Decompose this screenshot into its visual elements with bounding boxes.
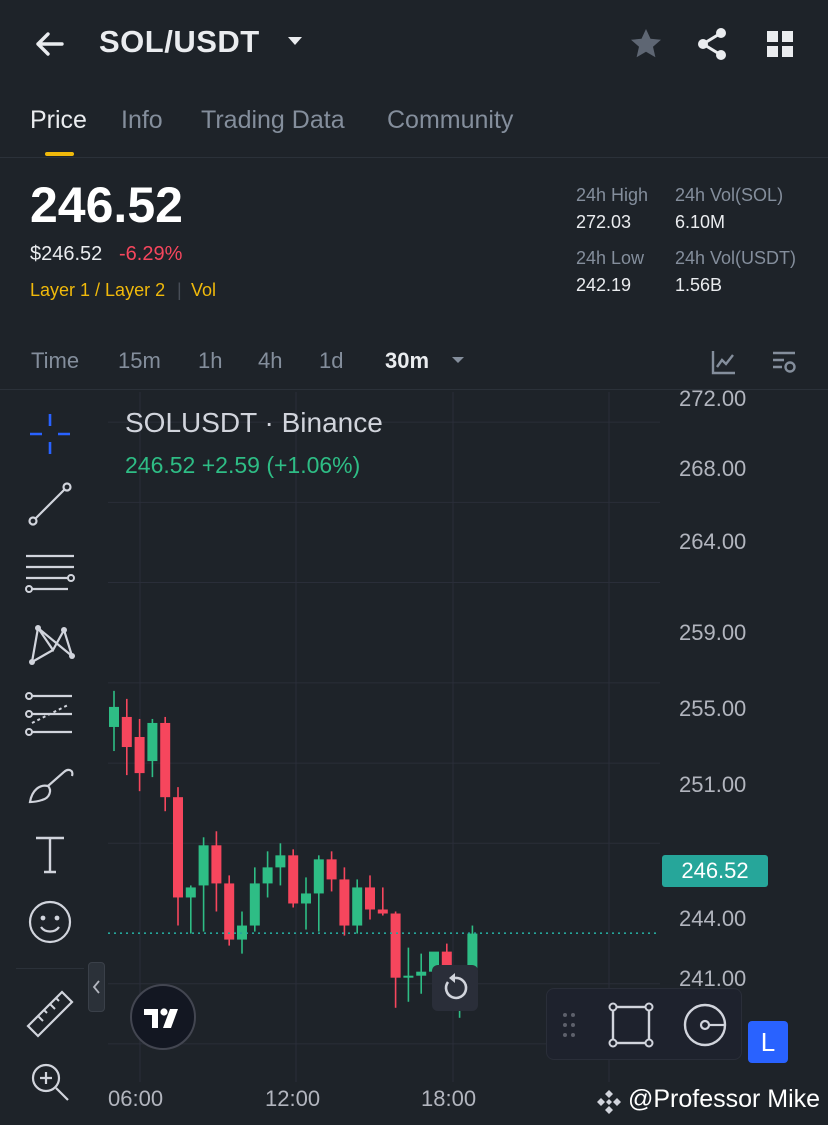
y-tick: 268.00 bbox=[679, 456, 747, 481]
emoji-icon[interactable] bbox=[22, 894, 78, 950]
y-tick: 264.00 bbox=[679, 529, 747, 554]
horizontal-lines-icon[interactable] bbox=[22, 546, 78, 602]
candle-body bbox=[109, 706, 119, 727]
x-tick: 12:00 bbox=[265, 1086, 321, 1111]
circle-tool-icon[interactable] bbox=[681, 1001, 729, 1049]
candle-body bbox=[326, 859, 337, 880]
toolbar-divider bbox=[16, 968, 84, 969]
price-change-percent: -6.29% bbox=[119, 243, 183, 265]
indicator-icon[interactable] bbox=[710, 348, 738, 376]
stat-high-label: 24h High bbox=[576, 185, 649, 205]
candle-body bbox=[262, 867, 273, 884]
back-arrow-icon[interactable] bbox=[30, 24, 70, 64]
chevron-left-icon bbox=[92, 980, 100, 994]
stat-vol-quote-value: 1.56B bbox=[675, 275, 723, 295]
chart-legend-title: SOLUSDT · Binance bbox=[125, 407, 383, 438]
candle-body bbox=[352, 887, 363, 926]
ruler-icon[interactable] bbox=[22, 986, 78, 1042]
candle-body bbox=[121, 716, 132, 748]
crosshair-icon[interactable] bbox=[22, 406, 78, 462]
brush-icon[interactable] bbox=[22, 756, 78, 812]
x-tick: 06:00 bbox=[108, 1086, 164, 1111]
interval-time[interactable]: Time bbox=[31, 348, 79, 374]
candle-body bbox=[249, 883, 260, 926]
candle-body bbox=[377, 909, 388, 914]
vol-tag[interactable]: Vol bbox=[191, 280, 216, 301]
tab-community[interactable]: Community bbox=[387, 106, 513, 135]
candle-body bbox=[211, 845, 222, 884]
grid-icon[interactable] bbox=[760, 24, 800, 64]
candle-body bbox=[403, 975, 414, 978]
collapse-toolbar-button[interactable] bbox=[88, 962, 105, 1012]
candle-body bbox=[365, 887, 375, 910]
trendline-icon[interactable] bbox=[22, 476, 78, 532]
candle-body bbox=[390, 913, 401, 978]
candle-body bbox=[224, 883, 235, 940]
tag-separator: | bbox=[177, 280, 182, 300]
star-icon[interactable] bbox=[626, 24, 666, 64]
stat-vol-base-value: 6.10M bbox=[675, 212, 726, 232]
text-icon[interactable] bbox=[22, 826, 78, 882]
candle-body bbox=[185, 887, 196, 898]
candle-body bbox=[134, 737, 145, 774]
stat-low-value: 242.19 bbox=[576, 275, 632, 295]
candle-body bbox=[173, 797, 183, 898]
stat-low-label: 24h Low bbox=[576, 248, 645, 268]
tradingview-logo-icon bbox=[144, 1008, 178, 1028]
x-tick: 18:00 bbox=[421, 1086, 477, 1111]
candle-body bbox=[301, 893, 311, 904]
category-tag[interactable]: Layer 1 / Layer 2 bbox=[30, 280, 165, 301]
y-tick: 255.00 bbox=[679, 696, 747, 721]
candle-body bbox=[198, 845, 209, 886]
pattern-icon[interactable] bbox=[22, 616, 78, 672]
chart-legend-values: 246.52 +2.59 (+1.06%) bbox=[125, 452, 361, 478]
y-tick: 244.00 bbox=[679, 906, 747, 931]
rectangle-tool-icon[interactable] bbox=[607, 1001, 655, 1049]
drag-handle-icon[interactable] bbox=[561, 1011, 577, 1039]
log-scale-badge[interactable]: L bbox=[748, 1021, 788, 1063]
tradingview-logo[interactable] bbox=[130, 984, 196, 1050]
top-bar: SOL/USDT bbox=[0, 0, 828, 88]
interval-1h[interactable]: 1h bbox=[198, 348, 222, 374]
watermark-text: @Professor Mike bbox=[628, 1085, 821, 1113]
stat-vol-base-label: 24h Vol(SOL) bbox=[675, 185, 784, 205]
reset-chart-button[interactable] bbox=[432, 965, 478, 1011]
pair-title[interactable]: SOL/USDT bbox=[99, 24, 260, 60]
tab-trading-data[interactable]: Trading Data bbox=[201, 106, 345, 135]
tab-bar: Price Info Trading Data Community bbox=[0, 92, 828, 158]
chart-settings-icon[interactable] bbox=[770, 348, 798, 376]
stat-high-value: 272.03 bbox=[576, 212, 632, 232]
interval-4h[interactable]: 4h bbox=[258, 348, 282, 374]
candle-body bbox=[313, 859, 324, 894]
y-tick: 251.00 bbox=[679, 772, 747, 797]
candle-body bbox=[147, 722, 158, 762]
fib-icon[interactable] bbox=[22, 686, 78, 742]
candle-body bbox=[275, 855, 286, 868]
candle-body bbox=[416, 971, 427, 976]
caret-down-icon[interactable] bbox=[450, 352, 466, 368]
binance-logo-icon bbox=[597, 1090, 621, 1114]
tab-info[interactable]: Info bbox=[121, 106, 163, 135]
interval-15m[interactable]: 15m bbox=[118, 348, 161, 374]
last-price: 246.52 bbox=[30, 177, 183, 233]
y-tick: 272.00 bbox=[679, 386, 747, 411]
reset-icon bbox=[444, 973, 468, 1000]
drawing-toolbar bbox=[0, 392, 105, 1125]
candle-body bbox=[339, 879, 350, 926]
caret-down-icon[interactable] bbox=[284, 30, 306, 52]
tab-price[interactable]: Price bbox=[30, 106, 87, 135]
candle-body bbox=[288, 855, 299, 904]
stat-vol-quote-label: 24h Vol(USDT) bbox=[675, 248, 797, 268]
y-tick: 259.00 bbox=[679, 620, 747, 645]
zoom-icon[interactable] bbox=[22, 1054, 78, 1110]
floating-toolbar bbox=[546, 988, 742, 1060]
price-usd: $246.52 bbox=[30, 243, 103, 265]
interval-bar: Time 15m 1h 4h 1d 30m bbox=[0, 336, 828, 390]
share-icon[interactable] bbox=[692, 24, 732, 64]
interval-30m[interactable]: 30m bbox=[385, 348, 429, 374]
candle-body bbox=[160, 722, 171, 798]
last-price-tag: 246.52 bbox=[662, 855, 768, 887]
tab-active-indicator bbox=[45, 152, 74, 156]
interval-1d[interactable]: 1d bbox=[319, 348, 343, 374]
